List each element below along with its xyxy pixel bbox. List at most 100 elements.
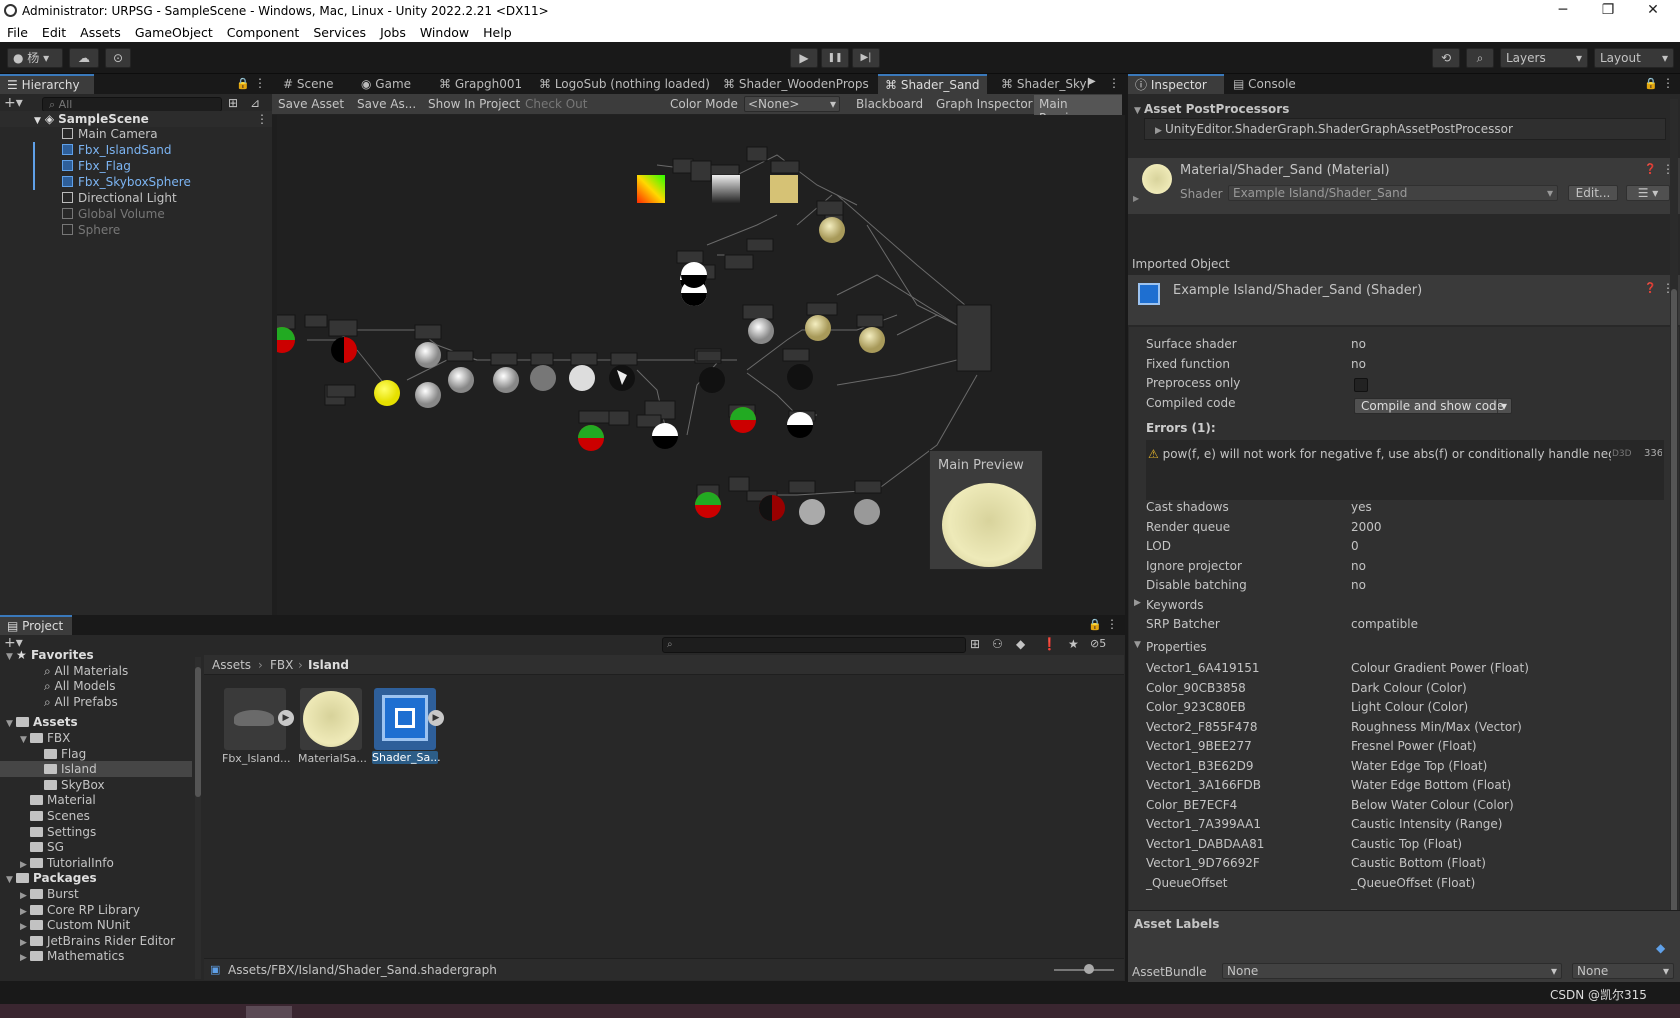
graph-node[interactable] [304,314,328,328]
scene-menu-icon[interactable]: ⋮ [256,112,268,126]
project-tree-item[interactable]: ⌕ All Materials [0,663,192,679]
hierarchy-item[interactable]: Main Camera [0,126,272,142]
tab-scroll-icon[interactable]: ▶ [1088,76,1096,87]
project-tree-item[interactable]: Settings [0,824,192,840]
history-icon[interactable]: ⟲ [1432,48,1460,68]
tab-project[interactable]: ▤ Project [0,615,72,635]
graph-node[interactable] [277,314,296,330]
show-in-project-button[interactable]: Show In Project [428,97,520,111]
search-by-label-icon[interactable]: ⚇ [992,637,1003,651]
shader-sand-thumbnail[interactable] [374,688,436,750]
tree-arrow-icon[interactable]: ▶ [20,950,30,966]
graph-node[interactable] [414,324,442,340]
hidden-packages-icon[interactable]: ⊘5 [1090,637,1106,650]
menu-gameobject[interactable]: GameObject [135,25,213,40]
project-tree-item[interactable]: ▶ Core RP Library [0,902,192,918]
graph-node[interactable] [328,319,358,337]
collab-icon[interactable]: ⊙ [105,48,131,68]
graph-node[interactable] [490,352,518,366]
hierarchy-item[interactable]: Fbx_SkyboxSphere [0,174,272,190]
project-tree-item[interactable]: ▶ TutorialInfo [0,855,192,871]
graph-node[interactable] [854,480,882,494]
tab-grapgh001[interactable]: ⌘ Grapgh001 [432,74,529,94]
layers-dropdown[interactable]: Layers ▾ [1500,48,1588,68]
graph-node[interactable] [608,410,630,426]
breadcrumb-assets[interactable]: Assets [212,658,251,672]
account-dropdown[interactable]: ● 杨 ▾ [7,48,63,68]
graph-node[interactable] [326,384,356,398]
hierarchy-item[interactable]: Fbx_IslandSand [0,142,272,158]
asset-label-fbx[interactable]: Fbx_Island... [222,752,291,765]
project-tree-item[interactable]: ▼ Assets [0,714,192,730]
inspector-lock-icon[interactable]: 🔒 [1644,77,1658,90]
scene-root[interactable]: ▼ ◈ SampleScene [0,111,272,127]
assetbundle-variant-dropdown[interactable]: None ▾ [1572,963,1674,979]
project-tree-item[interactable]: ▶ Burst [0,886,192,902]
graph-inspector-toggle[interactable]: Graph Inspector [936,97,1033,111]
search-icon[interactable]: ⌕ [1466,48,1494,68]
search-filter-icon[interactable]: ⊞ [228,96,238,110]
graph-canvas[interactable]: Main Preview [277,115,1125,615]
tab-inspector[interactable]: ⓘ Inspector [1128,74,1224,94]
project-tree-scrollbar[interactable] [195,657,201,979]
error-row[interactable]: ⚠ pow(f, e) will not work for negative f… [1148,444,1662,464]
project-tree-item[interactable]: SkyBox [0,777,192,793]
graph-node[interactable] [676,250,704,264]
graph-node[interactable] [672,158,694,174]
graph-node[interactable] [570,352,598,366]
project-search-input[interactable]: ⌕ [662,637,966,653]
graph-node[interactable] [770,160,800,174]
menu-jobs[interactable]: Jobs [380,25,406,40]
minimize-button[interactable]: ─ [1553,2,1573,20]
hierarchy-item[interactable]: Sphere [0,222,272,238]
graph-node[interactable] [788,480,816,494]
graph-node[interactable] [724,254,754,270]
menu-file[interactable]: File [7,25,28,40]
breadcrumb-fbx[interactable]: FBX [270,658,293,672]
graph-node[interactable] [696,350,722,362]
graph-node[interactable] [742,304,774,320]
zoom-slider[interactable] [1054,964,1114,974]
graph-node[interactable] [746,238,774,252]
project-tree-item[interactable]: ▶ Custom NUnit [0,917,192,933]
add-button[interactable]: +▾ [4,96,34,112]
asset-postprocessors-header[interactable]: ▼ Asset PostProcessors [1134,102,1289,116]
inspector-more-icon[interactable]: ⋮ [1662,76,1674,90]
scene-visibility-icon[interactable]: ⊿ [250,96,260,110]
menu-component[interactable]: Component [227,25,300,40]
assetbundle-dropdown[interactable]: None ▾ [1222,963,1562,979]
label-tag-icon[interactable]: ◆ [1656,941,1665,955]
expand-shader-icon[interactable]: ▶ [428,710,444,726]
project-tree-item[interactable]: ▼ Packages [0,870,192,886]
project-tree-item[interactable]: Island [0,761,192,778]
save-as-button[interactable]: Save As... [357,97,416,111]
close-button[interactable]: ✕ [1643,2,1663,20]
cloud-icon[interactable]: ☁ [69,48,99,68]
main-preview-window[interactable]: Main Preview [929,450,1043,570]
material-sand-thumbnail[interactable] [300,688,362,750]
graph-node[interactable] [782,348,810,362]
project-more-icon[interactable]: ⋮ [1106,617,1118,631]
scrollbar-thumb[interactable] [1671,289,1677,939]
project-tree-item[interactable]: ▶ JetBrains Rider Editor [0,933,192,949]
more-menu-icon[interactable]: ⋮ [254,76,266,90]
inspector-scrollbar[interactable] [1670,99,1678,979]
menu-assets[interactable]: Assets [80,25,121,40]
graph-node[interactable] [690,160,712,182]
center-more-icon[interactable]: ⋮ [1108,76,1120,90]
graph-node[interactable] [816,200,844,216]
foldout-arrow-icon[interactable]: ▼ [1134,640,1141,650]
tab-logosub[interactable]: ⌘ LogoSub (nothing loaded) [532,74,717,94]
project-tree-item[interactable]: Material [0,792,192,808]
edit-shader-button[interactable]: Edit... [1568,185,1618,201]
postprocessor-item[interactable]: ▶ UnityEditor.ShaderGraph.ShaderGraphAsse… [1144,118,1666,140]
help-icon[interactable]: ❓ [1644,164,1656,175]
graph-node[interactable] [578,410,610,424]
graph-node[interactable] [710,164,740,176]
pause-button[interactable]: ❚❚ [821,48,849,68]
asset-label-material[interactable]: MaterialSa... [298,752,367,765]
compile-and-show-code-button[interactable]: Compile and show code ▾ [1354,398,1512,414]
project-tree-item[interactable]: ▼ FBX [0,730,192,746]
tab-shader-skybox[interactable]: ⌘ Shader_Skyl [994,74,1094,94]
shader-dropdown[interactable]: Example Island/Shader_Sand ▾ [1228,185,1558,201]
